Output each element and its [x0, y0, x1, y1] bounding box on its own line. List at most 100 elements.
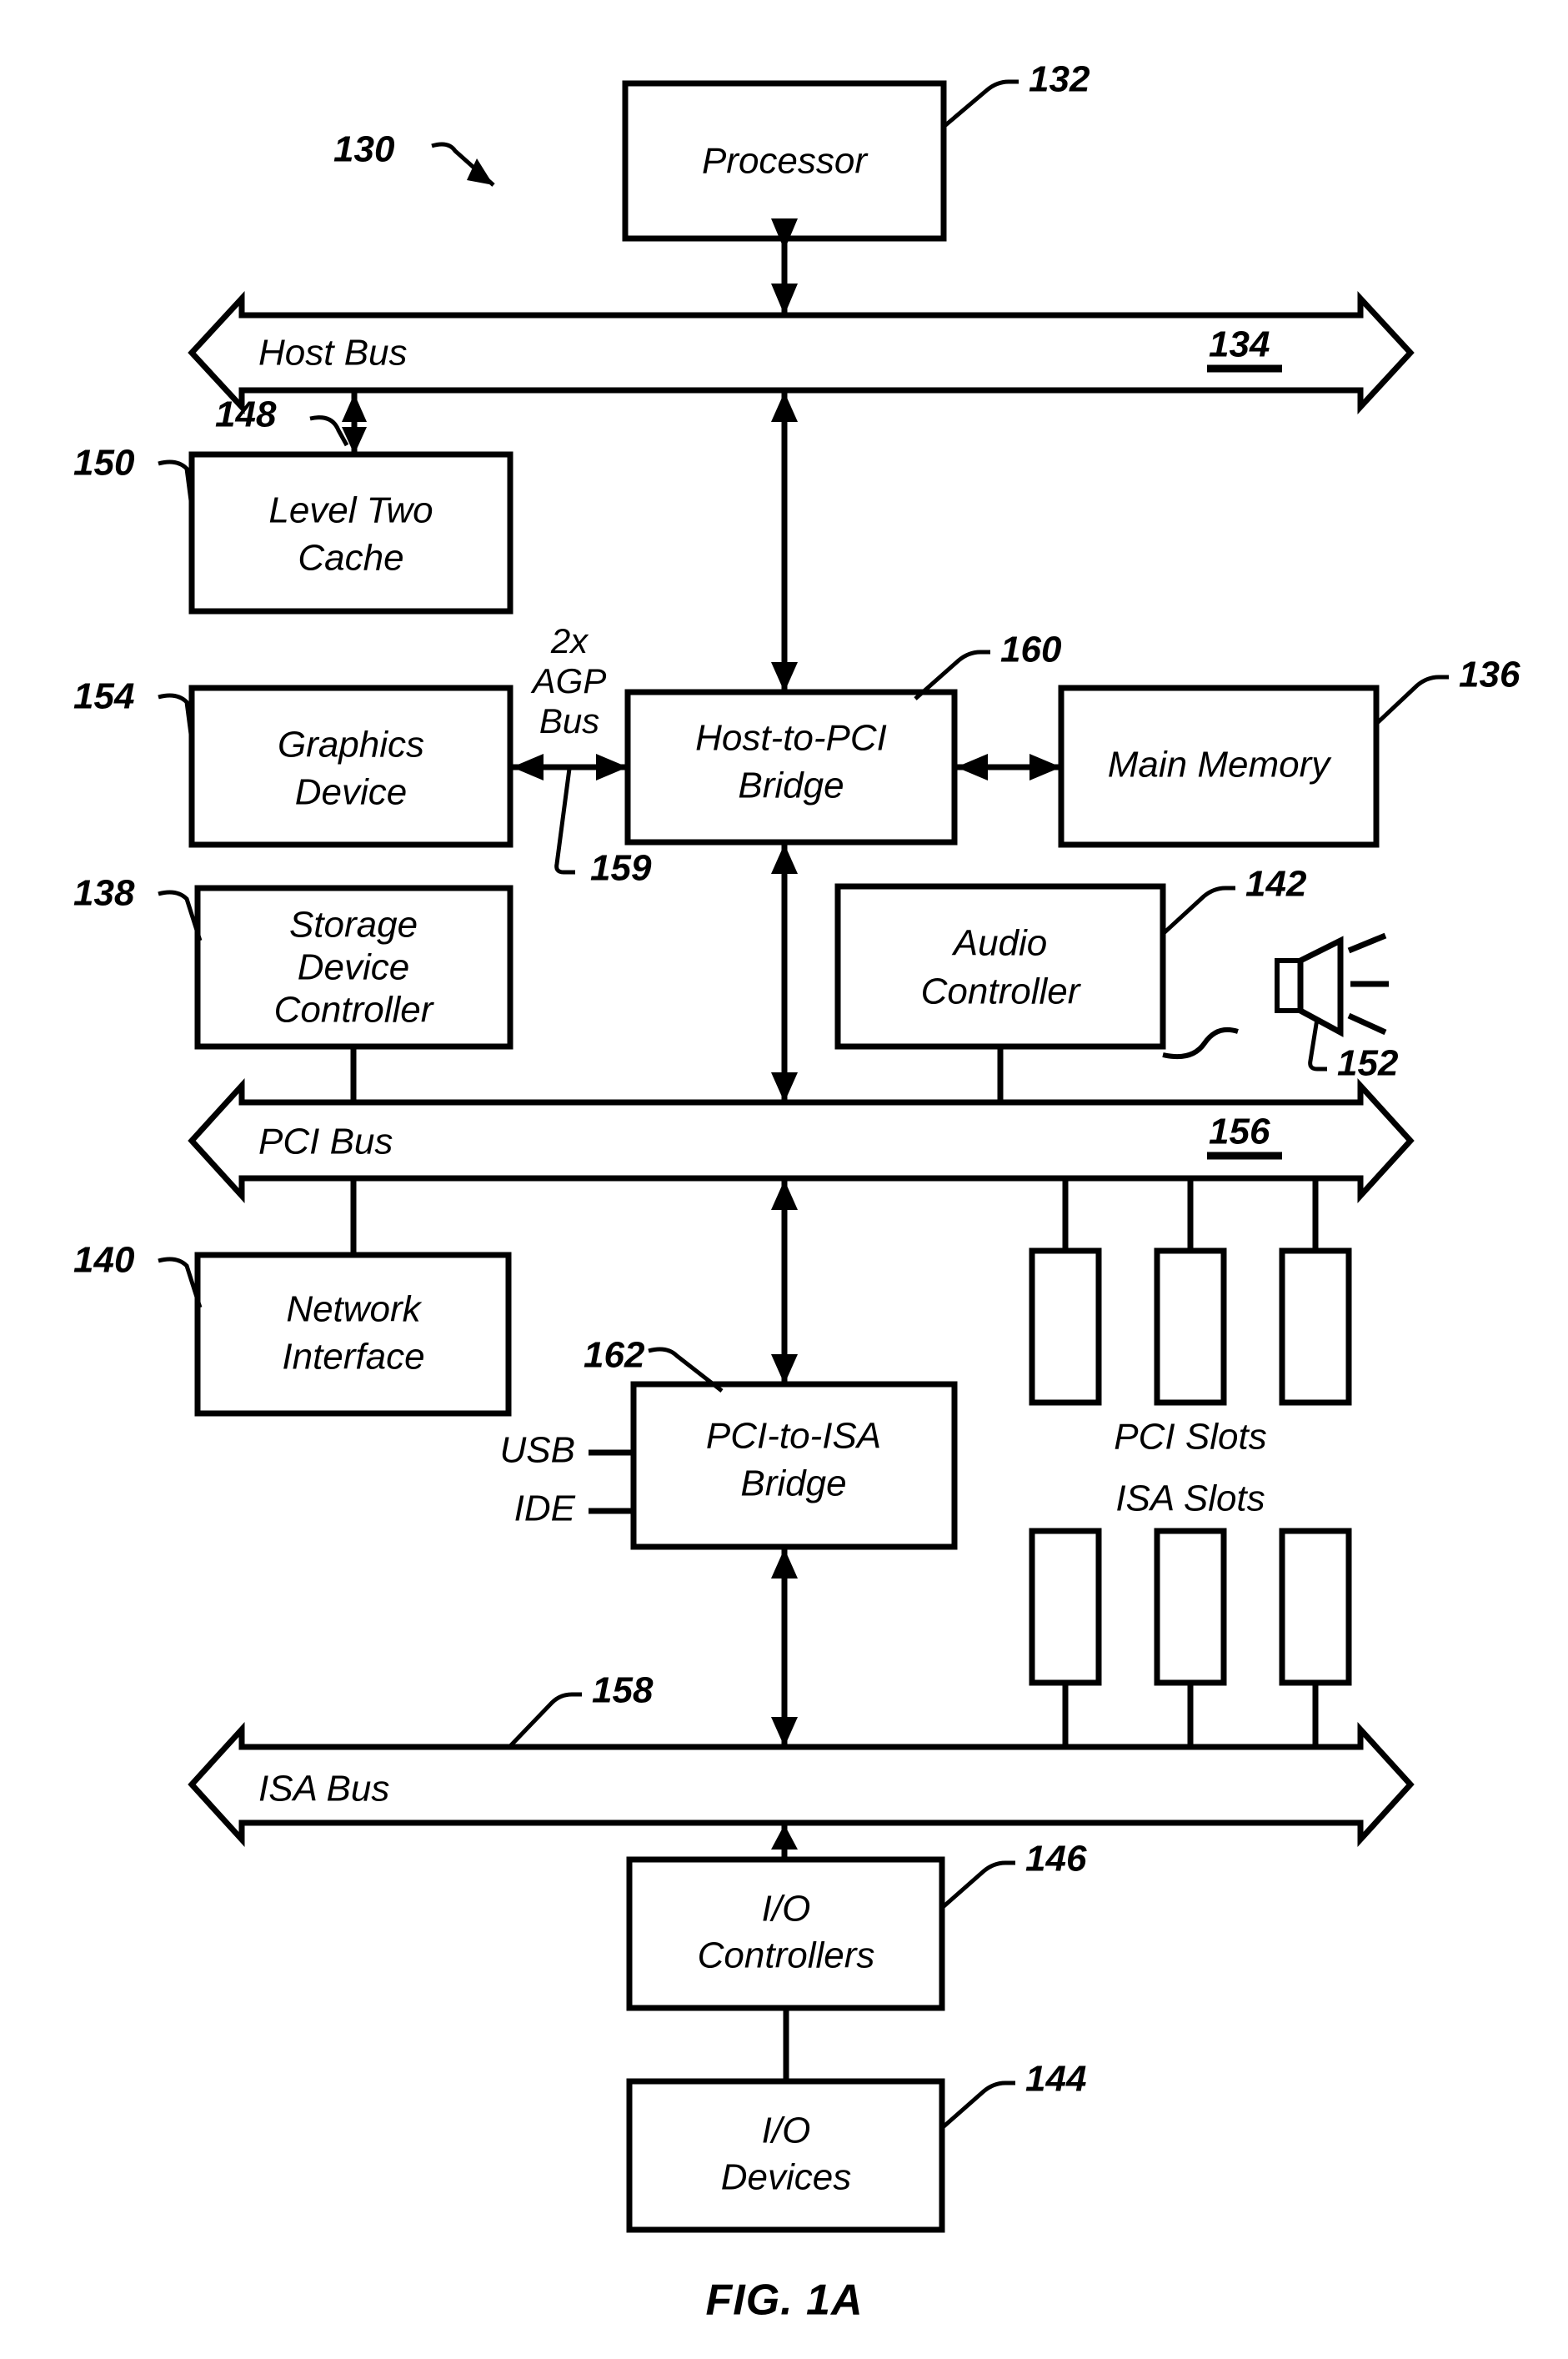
ref-144: 144: [940, 2059, 1086, 2130]
ref-159-leader: [554, 768, 575, 875]
arrow-up-pcibus-bridge: [771, 844, 798, 874]
bus-host-bus[interactable]: Host Bus 134: [188, 291, 1415, 414]
block-pci-to-isa-bridge[interactable]: PCI-to-ISA Bridge: [630, 1381, 958, 1550]
block-host-to-pci-bridge[interactable]: Host-to-PCI Bridge: [624, 689, 958, 846]
storage-device-controller-label-3: Controller: [274, 990, 435, 1031]
speaker-sound-wave-3: [1347, 1012, 1387, 1036]
wire-hostbus-bridge: [771, 390, 798, 692]
ref-152-text: 152: [1337, 1043, 1399, 1084]
ref-132: 132: [942, 59, 1090, 128]
arrow-right-agp: [596, 754, 628, 780]
ref-132-leader: [942, 79, 1019, 128]
ref-138-text: 138: [73, 873, 135, 914]
usb-label: USB: [500, 1430, 575, 1471]
block-network-interface[interactable]: Network Interface: [194, 1252, 512, 1417]
link-148-cache: 148: [215, 392, 367, 454]
ref-160: 160: [914, 630, 1062, 700]
pci-slot-1[interactable]: [1029, 1247, 1102, 1406]
speaker-sound-wave-1: [1347, 932, 1387, 954]
audio-controller-label-2: Controller: [921, 971, 1082, 1012]
ref-159-text: 159: [590, 848, 652, 889]
isa-slots-label: ISA Slots: [1115, 1478, 1265, 1519]
audio-controller-label-1: Audio: [951, 923, 1048, 964]
ref-130-text: 130: [333, 129, 395, 170]
io-controllers-label-1: I/O: [762, 1889, 811, 1930]
ref-154: 154: [73, 676, 194, 741]
ref-142-text: 142: [1245, 864, 1307, 905]
main-memory-label: Main Memory: [1108, 745, 1332, 785]
isa-bus-label: ISA Bus: [258, 1769, 389, 1809]
agp-line-1: 2x: [550, 621, 589, 660]
port-usb[interactable]: USB: [500, 1430, 634, 1471]
audio-controller-box[interactable]: [834, 883, 1166, 1050]
ref-142-leader: [1161, 886, 1235, 936]
port-ide[interactable]: IDE: [514, 1488, 634, 1529]
pci-to-isa-bridge-label-2: Bridge: [740, 1463, 846, 1504]
ref-148-text: 148: [215, 394, 277, 435]
block-io-controllers[interactable]: I/O Controllers: [626, 1856, 945, 2011]
pci-slots-group[interactable]: PCI Slots: [1029, 1178, 1352, 1458]
isa-slot-2[interactable]: [1154, 1528, 1227, 1686]
agp-line-3: Bus: [539, 701, 599, 740]
ref-154-text: 154: [73, 676, 134, 717]
io-devices-label-1: I/O: [762, 2111, 811, 2151]
ref-140-text: 140: [73, 1240, 135, 1281]
block-level-two-cache[interactable]: Level Two Cache: [188, 451, 513, 615]
agp-line-2: AGP: [530, 661, 607, 700]
host-to-pci-bridge-label-1: Host-to-PCI: [695, 718, 887, 759]
ref-150: 150: [73, 443, 194, 508]
ref-136: 136: [1375, 655, 1520, 725]
wire-isabus-iocontrollers: [771, 1823, 798, 1860]
bus-pci-bus[interactable]: PCI Bus 156: [188, 1077, 1415, 1204]
arrow-down-isabridge: [771, 1354, 798, 1384]
isa-slot-1[interactable]: [1029, 1528, 1102, 1686]
pci-slot-2[interactable]: [1154, 1247, 1227, 1406]
arrow-up-io: [771, 1824, 798, 1850]
arrow-down-hostbus: [771, 284, 798, 315]
pci-bus-label: PCI Bus: [258, 1122, 393, 1162]
host-bus-label: Host Bus: [258, 333, 408, 374]
block-graphics-device[interactable]: Graphics Device: [188, 685, 513, 848]
system-ref-130: 130: [333, 129, 495, 187]
arrow-up-bridge: [771, 392, 798, 422]
block-io-devices[interactable]: I/O Devices: [626, 2078, 945, 2233]
speaker-body: [1275, 958, 1303, 1013]
host-bus-ref: 134: [1209, 324, 1270, 365]
isa-slots-group[interactable]: ISA Slots: [1029, 1478, 1352, 1747]
graphics-device-box[interactable]: [188, 685, 513, 848]
io-controllers-box[interactable]: [626, 1856, 945, 2011]
patent-block-diagram: 130 Processor 132 Host Bus 134 148 Level…: [73, 59, 1520, 2325]
arrow-up-isabus-bridge: [771, 1548, 798, 1579]
ref-146: 146: [940, 1839, 1087, 1910]
pci-to-isa-bridge-label-1: PCI-to-ISA: [706, 1416, 881, 1457]
arrow-left-memory: [956, 754, 988, 780]
block-audio-controller[interactable]: Audio Controller: [834, 883, 1166, 1050]
storage-device-controller-label-2: Device: [298, 947, 410, 988]
network-interface-label-2: Interface: [282, 1337, 424, 1378]
pci-slot-3[interactable]: [1279, 1247, 1352, 1406]
ref-132-text: 132: [1029, 59, 1090, 100]
block-main-memory[interactable]: Main Memory: [1058, 685, 1380, 848]
network-interface-label-1: Network: [286, 1289, 422, 1330]
ref-160-text: 160: [1000, 630, 1062, 670]
network-interface-box[interactable]: [194, 1252, 512, 1417]
level-two-cache-box[interactable]: [188, 451, 513, 615]
host-to-pci-bridge-label-2: Bridge: [738, 765, 844, 806]
ref-148-leader: [309, 415, 349, 447]
arrow-up-isabridge: [771, 1180, 798, 1210]
arrow-right-memory: [1029, 754, 1061, 780]
block-storage-device-controller[interactable]: Storage Device Controller: [194, 885, 513, 1050]
bus-isa-bus[interactable]: ISA Bus: [188, 1721, 1415, 1848]
io-controllers-label-2: Controllers: [698, 1935, 875, 1976]
wire-bridge-pcibus: [771, 842, 798, 1102]
ref-136-text: 136: [1459, 655, 1520, 695]
ref-146-leader: [940, 1860, 1015, 1910]
io-devices-label-2: Devices: [721, 2157, 852, 2198]
isa-slot-3[interactable]: [1279, 1528, 1352, 1686]
ref-140: 140: [73, 1240, 203, 1308]
pci-bus-ref: 156: [1209, 1112, 1270, 1152]
io-devices-box[interactable]: [626, 2078, 945, 2233]
ref-150-text: 150: [73, 443, 135, 484]
storage-device-controller-label-1: Storage: [289, 905, 418, 946]
block-processor[interactable]: Processor: [622, 80, 947, 242]
